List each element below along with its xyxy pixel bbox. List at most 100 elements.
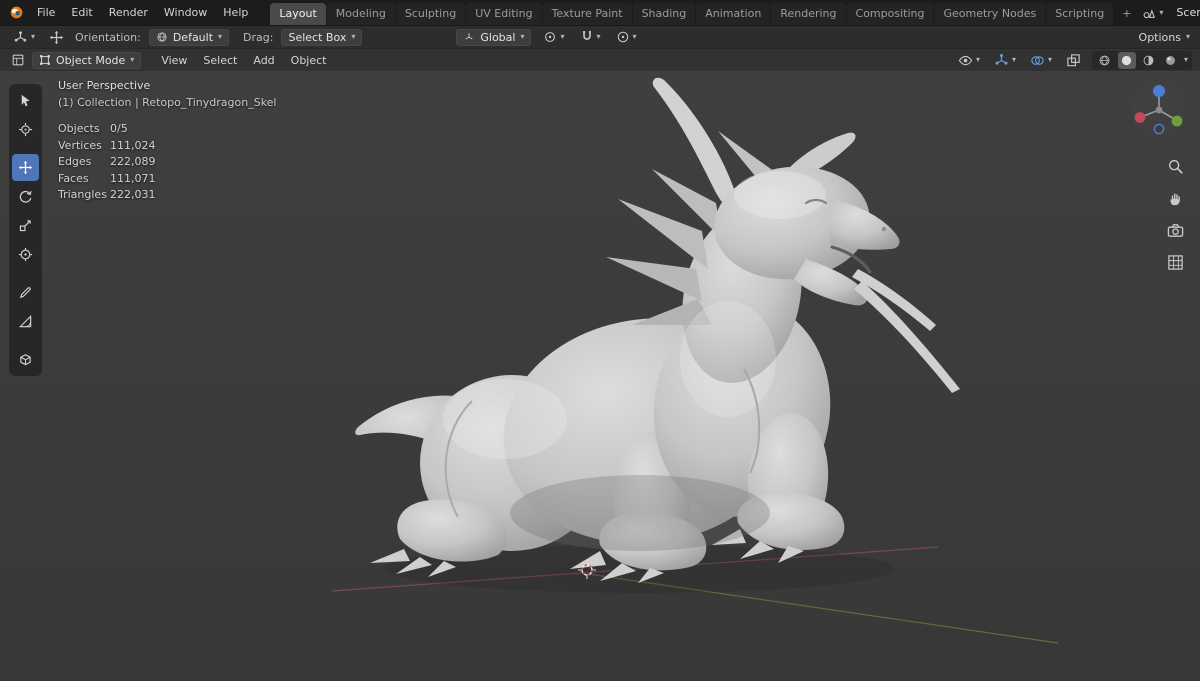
tab-rendering[interactable]: Rendering [771, 3, 846, 25]
chevron-down-icon: ▾ [130, 55, 135, 64]
viewport-3d[interactable]: User Perspective (1) Collection | Retopo… [0, 71, 1200, 681]
overlays-toggle-icon[interactable]: ▾ [1027, 52, 1055, 69]
chevron-down-icon: ▾ [632, 32, 637, 41]
menu-add[interactable]: Add [245, 51, 282, 70]
tool-separator [12, 337, 39, 344]
editor-type-icon[interactable] [8, 52, 28, 68]
zoom-icon[interactable] [1164, 155, 1186, 177]
viewport-menus: View Select Add Object [153, 51, 334, 70]
tab-scripting[interactable]: Scripting [1046, 3, 1114, 25]
gizmos-toggle-icon[interactable]: ▾ [991, 52, 1019, 69]
tool-rotate[interactable] [12, 183, 39, 210]
pan-hand-icon[interactable] [1164, 187, 1186, 209]
tool-transform[interactable] [12, 241, 39, 268]
transform-space-value: Global [480, 30, 516, 44]
chevron-down-icon: ▾ [596, 32, 601, 41]
orientation-value: Default [172, 30, 214, 44]
tab-shading[interactable]: Shading [632, 3, 696, 25]
tool-separator [12, 270, 39, 277]
shading-material-button[interactable] [1140, 52, 1158, 69]
orientation-dropdown[interactable]: Default ▾ [148, 28, 230, 46]
transform-orientation-icon[interactable]: ▾ [10, 29, 38, 46]
tool-scale[interactable] [12, 212, 39, 239]
xray-toggle-icon[interactable] [1063, 52, 1084, 69]
tab-uv-editing[interactable]: UV Editing [466, 3, 542, 25]
options-label: Options [1138, 30, 1181, 44]
tool-separator [12, 145, 39, 152]
orientation-label: Orientation: [75, 30, 141, 44]
stat-vertices: Vertices 111,024 [58, 138, 156, 152]
stat-edges: Edges 222,089 [58, 155, 156, 168]
drag-dropdown[interactable]: Select Box ▾ [281, 28, 363, 46]
tab-geometry-nodes[interactable]: Geometry Nodes [934, 3, 1046, 25]
tool-annotate[interactable] [12, 279, 39, 306]
menu-view[interactable]: View [153, 51, 195, 70]
stat-objects: Objects 0/5 [58, 122, 128, 135]
viewport-overlay-text: User Perspective (1) Collection | Retopo… [58, 78, 277, 204]
options-dropdown[interactable]: Options ▾ [1139, 31, 1190, 44]
topbar-right: ▾ Scene [1139, 4, 1200, 21]
drag-value: Select Box [288, 30, 347, 44]
tool-settings-bar: ▾ Orientation: Default ▾ Drag: Select Bo… [0, 25, 1200, 48]
shading-wireframe-button[interactable] [1096, 52, 1114, 69]
blender-logo-icon[interactable] [8, 3, 25, 23]
tab-texture-paint[interactable]: Texture Paint [542, 3, 632, 25]
tool-add-cube[interactable] [12, 346, 39, 373]
menu-file[interactable]: File [29, 3, 63, 22]
object-visibility-icon[interactable]: ▾ [955, 52, 983, 69]
pivot-point-icon[interactable]: ▾ [540, 29, 567, 45]
tool-cursor[interactable] [12, 116, 39, 143]
stat-faces: Faces 111,071 [58, 171, 156, 185]
scene-selector[interactable]: Scene [1170, 4, 1200, 21]
shading-rendered-button[interactable] [1162, 52, 1180, 69]
view-perspective-label: User Perspective [58, 79, 151, 92]
chevron-down-icon: ▾ [218, 32, 223, 41]
menu-help[interactable]: Help [215, 3, 256, 22]
orthographic-toggle-icon[interactable] [1164, 251, 1186, 273]
tab-modeling[interactable]: Modeling [326, 3, 395, 25]
shading-solid-button[interactable] [1117, 51, 1136, 69]
chevron-down-icon: ▾ [1011, 55, 1016, 64]
stat-triangles: Triangles 222,031 [58, 188, 156, 201]
scene-name: Scene [1176, 6, 1200, 19]
tool-measure[interactable] [12, 308, 39, 335]
shading-mode-group: ▾ [1091, 50, 1192, 70]
tab-layout[interactable]: Layout [270, 3, 326, 25]
tab-sculpting[interactable]: Sculpting [395, 3, 466, 25]
menu-select[interactable]: Select [195, 51, 245, 70]
chevron-down-icon: ▾ [1159, 7, 1164, 17]
navigation-gizmo[interactable] [1130, 81, 1188, 139]
toolbar-left [9, 84, 42, 376]
menu-render[interactable]: Render [101, 3, 156, 22]
chevron-down-icon: ▾ [31, 32, 36, 41]
add-workspace-button[interactable]: + [1114, 3, 1139, 25]
chevron-down-icon: ▾ [560, 32, 565, 41]
viewport-header: Object Mode ▾ View Select Add Object ▾ ▾… [0, 48, 1200, 71]
browse-scene-icon[interactable]: ▾ [1139, 5, 1166, 21]
active-tool-move-icon[interactable] [46, 29, 67, 46]
tool-move[interactable] [12, 154, 39, 181]
workspace-tabs: Layout Modeling Sculpting UV Editing Tex… [270, 0, 1139, 25]
tab-animation[interactable]: Animation [696, 3, 771, 25]
menu-object[interactable]: Object [283, 51, 335, 70]
tab-compositing[interactable]: Compositing [846, 3, 934, 25]
chevron-down-icon: ▾ [1183, 55, 1188, 64]
camera-view-icon[interactable] [1164, 219, 1186, 241]
transform-space-dropdown[interactable]: Global ▾ [456, 28, 532, 46]
chevron-down-icon: ▾ [1185, 32, 1190, 41]
chevron-down-icon: ▾ [975, 55, 980, 64]
snap-cluster: Global ▾ ▾ ▾ ▾ [456, 28, 640, 46]
scene-statistics: Objects 0/5 Vertices 111,024 Edges 222,0… [58, 121, 277, 204]
active-collection-label: (1) Collection | Retopo_Tinydragon_Skel [58, 96, 277, 109]
proportional-editing-icon[interactable]: ▾ [613, 29, 640, 45]
topbar: File Edit Render Window Help Layout Mode… [0, 0, 1200, 25]
mode-value: Object Mode [56, 53, 126, 67]
drag-label: Drag: [243, 30, 274, 44]
chevron-down-icon: ▾ [351, 32, 356, 41]
snap-magnet-icon[interactable]: ▾ [577, 29, 604, 45]
mode-dropdown[interactable]: Object Mode ▾ [32, 51, 142, 69]
menu-window[interactable]: Window [156, 3, 215, 22]
chevron-down-icon: ▾ [1047, 55, 1052, 64]
menu-edit[interactable]: Edit [63, 3, 100, 22]
tool-select-box[interactable] [12, 87, 39, 114]
